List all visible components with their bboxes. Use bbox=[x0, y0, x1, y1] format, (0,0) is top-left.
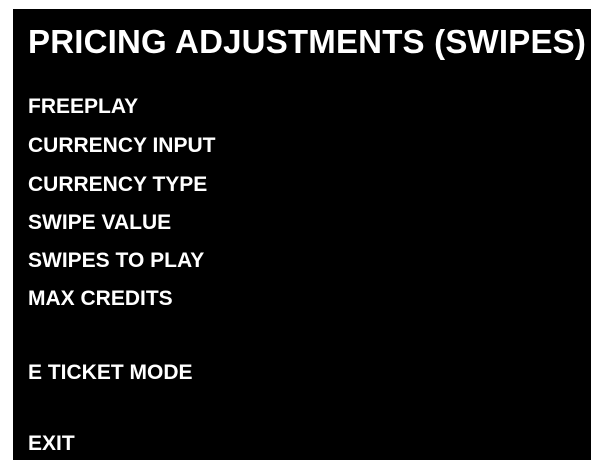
menu-item-currency-type[interactable]: CURRENCY TYPE bbox=[28, 171, 207, 199]
menu-item-swipe-value[interactable]: SWIPE VALUE bbox=[28, 209, 171, 237]
menu-item-e-ticket-mode[interactable]: E TICKET MODE bbox=[28, 359, 193, 387]
menu-item-max-credits[interactable]: MAX CREDITS bbox=[28, 285, 173, 313]
operator-menu-screen: PRICING ADJUSTMENTS (SWIPES) FREEPLAY CU… bbox=[13, 9, 591, 460]
menu-item-currency-input[interactable]: CURRENCY INPUT bbox=[28, 132, 215, 160]
menu-item-exit[interactable]: EXIT bbox=[28, 430, 75, 458]
menu-item-swipes-to-play[interactable]: SWIPES TO PLAY bbox=[28, 247, 204, 275]
menu-item-freeplay[interactable]: FREEPLAY bbox=[28, 93, 138, 121]
pricing-menu: FREEPLAY CURRENCY INPUT CURRENCY TYPE SW… bbox=[28, 9, 568, 460]
